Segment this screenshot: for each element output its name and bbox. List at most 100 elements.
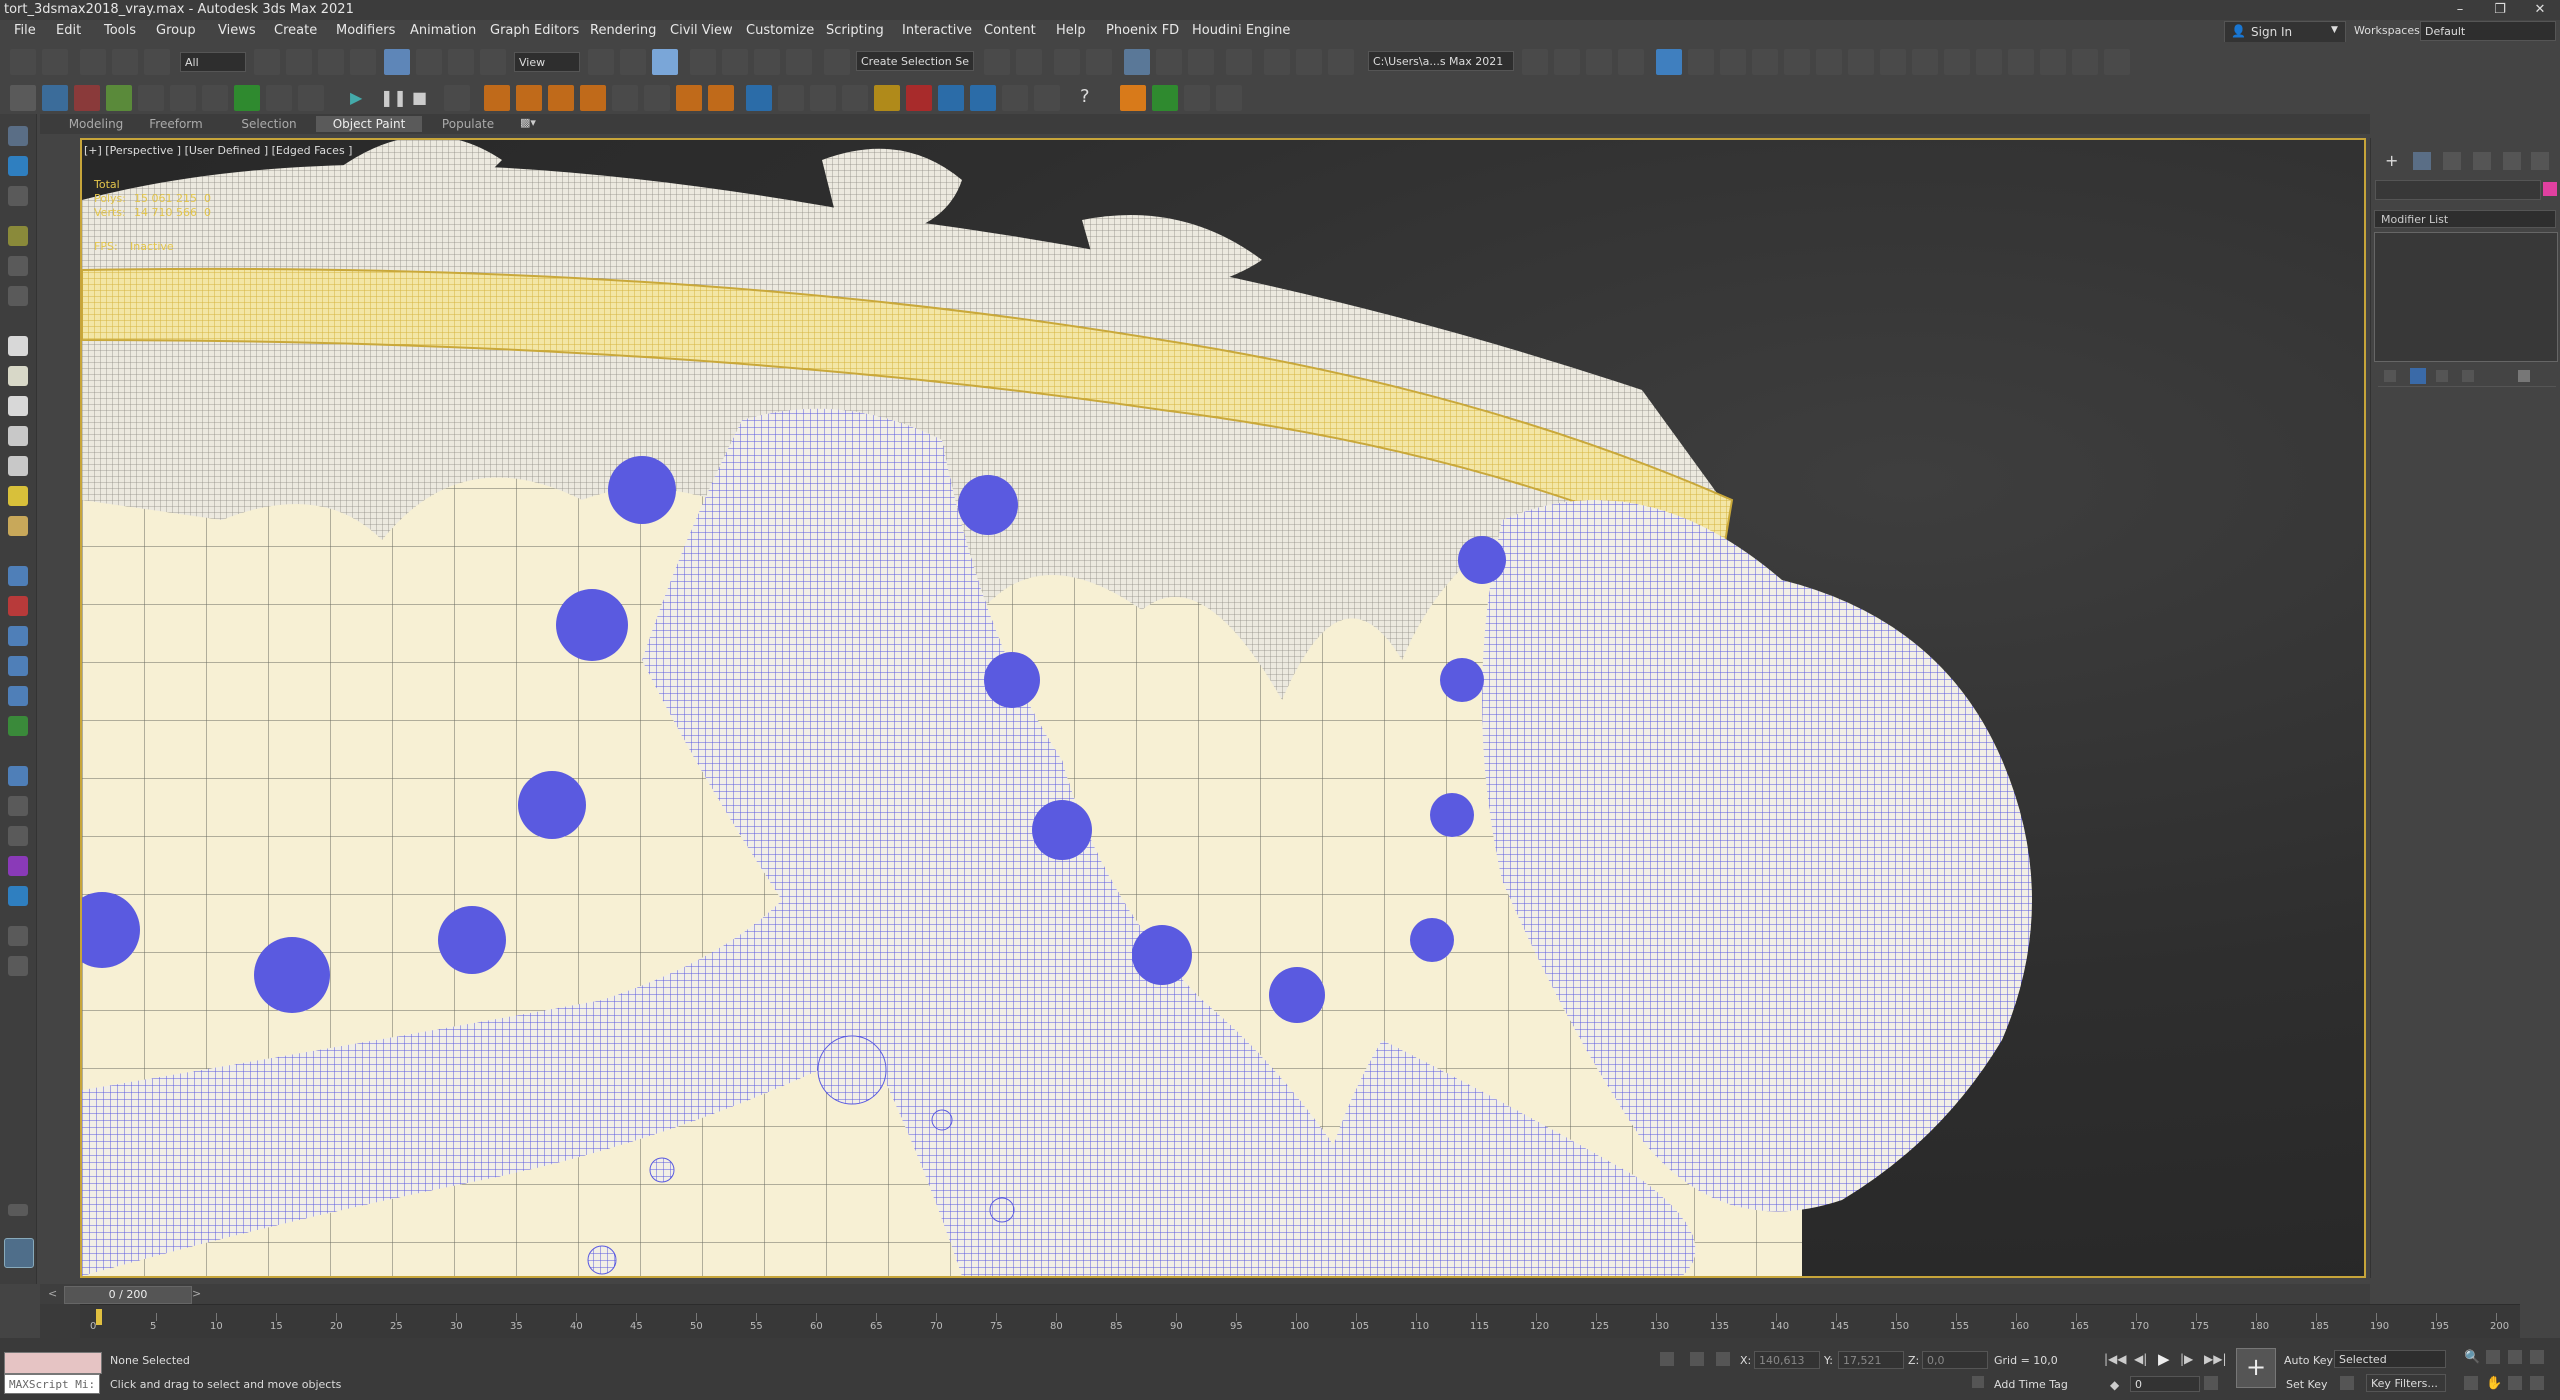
phoenix-fire-icon[interactable] [74, 85, 100, 111]
close-icon[interactable]: ✕ [2520, 0, 2560, 20]
fire-sim-2-icon[interactable] [516, 85, 542, 111]
project-folder-dropdown[interactable]: C:\Users\a...s Max 2021 [1368, 51, 1514, 71]
menu-scripting[interactable]: Scripting [826, 23, 884, 38]
edit-named-selection-icon[interactable] [824, 49, 850, 75]
tab-populate[interactable]: Populate [428, 116, 508, 132]
shape-icon[interactable] [8, 626, 28, 646]
fire-sim-icon[interactable] [484, 85, 510, 111]
pin-stack-icon[interactable] [2384, 370, 2396, 382]
rect-selection-icon[interactable] [318, 49, 344, 75]
ocean-icon[interactable] [842, 85, 868, 111]
menu-interactive[interactable]: Interactive [902, 23, 972, 38]
make-unique-icon[interactable] [2436, 370, 2448, 382]
menu-animation[interactable]: Animation [410, 23, 476, 38]
tab-modeling[interactable]: Modeling [58, 116, 134, 132]
dots-icon[interactable] [8, 826, 28, 846]
time-prev-icon[interactable]: < [48, 1287, 57, 1300]
vray-ies-icon[interactable] [1752, 49, 1778, 75]
particles-icon[interactable] [202, 85, 228, 111]
vray-icon-3[interactable] [1586, 49, 1612, 75]
vray-light-icon[interactable] [1656, 49, 1682, 75]
modifier-list-dropdown[interactable]: Modifier List [2374, 210, 2556, 228]
extras-icon[interactable] [8, 926, 28, 946]
minimize-icon[interactable]: – [2440, 0, 2480, 20]
vray-icon-2[interactable] [1554, 49, 1580, 75]
menu-create[interactable]: Create [274, 23, 317, 38]
rotate-icon[interactable] [416, 49, 442, 75]
object-color-swatch[interactable] [2543, 182, 2557, 196]
grid-helper-icon[interactable] [8, 566, 28, 586]
help-left-icon[interactable] [8, 956, 28, 976]
vray-ambient-icon[interactable] [2040, 49, 2066, 75]
rendered-frame-icon[interactable] [1296, 49, 1322, 75]
menu-civil-view[interactable]: Civil View [670, 23, 733, 38]
vray-proxy-icon[interactable] [1784, 49, 1810, 75]
prev-frame-icon[interactable]: ◀| [2134, 1352, 2147, 1366]
z-coord-field[interactable]: 0,0 [1922, 1351, 1988, 1369]
motion-tab-icon[interactable] [2473, 152, 2491, 170]
render-setup-icon[interactable] [1264, 49, 1290, 75]
helpers-icon[interactable] [8, 286, 28, 306]
key-filters-icon[interactable] [2340, 1376, 2354, 1390]
tyflow-icon[interactable] [106, 85, 132, 111]
teapot-primitive-icon[interactable] [8, 426, 28, 446]
menu-edit[interactable]: Edit [56, 23, 81, 38]
ocean-2-icon[interactable] [970, 85, 996, 111]
sun-light-icon[interactable] [8, 486, 28, 506]
sphere-blue-icon[interactable] [8, 766, 28, 786]
trash-icon[interactable] [444, 85, 470, 111]
maximize-viewport-icon[interactable] [2530, 1376, 2544, 1390]
pyramid-primitive-icon[interactable] [8, 456, 28, 476]
menu-tools[interactable]: Tools [104, 23, 136, 38]
mirror-icon[interactable] [984, 49, 1010, 75]
snaps-toggle-icon[interactable] [690, 49, 716, 75]
set-key-big-button[interactable]: + [2236, 1348, 2276, 1388]
vray-frame-buffer-icon[interactable] [1976, 49, 2002, 75]
box-icon[interactable] [42, 85, 68, 111]
help-icon[interactable]: ? [1080, 86, 1090, 107]
select-by-name-icon[interactable] [286, 49, 312, 75]
menu-rendering[interactable]: Rendering [590, 23, 656, 38]
menu-group[interactable]: Group [156, 23, 196, 38]
material-editor-icon[interactable] [1226, 49, 1252, 75]
goto-start-icon[interactable]: |◀◀ [2104, 1352, 2127, 1366]
ref-coord-dropdown[interactable]: View [514, 52, 580, 72]
menu-file[interactable]: File [14, 23, 36, 38]
move-icon[interactable] [384, 49, 410, 75]
vray-icon-1[interactable] [1522, 49, 1548, 75]
fire-emitter-icon[interactable] [676, 85, 702, 111]
modify-tab-icon[interactable] [2413, 152, 2431, 170]
pause-icon[interactable]: ❚❚ [380, 88, 407, 107]
utilities-icon[interactable] [8, 886, 28, 906]
redo-icon[interactable] [42, 49, 68, 75]
zoom-icon[interactable]: 🔍 [2464, 1350, 2480, 1365]
selection-set-dropdown[interactable]: Create Selection Se [856, 51, 974, 71]
pivot-center-icon[interactable] [588, 49, 614, 75]
fluid-icon[interactable] [612, 85, 638, 111]
menu-customize[interactable]: Customize [746, 23, 814, 38]
fire-sim-3-icon[interactable] [548, 85, 574, 111]
particles-icon-left[interactable] [8, 686, 28, 706]
viewport-layout-icon[interactable] [4, 1238, 34, 1268]
workspace-dropdown[interactable]: Default [2420, 21, 2556, 41]
zoom-extents-all-icon[interactable] [2530, 1350, 2544, 1364]
tools-icon[interactable] [1184, 85, 1210, 111]
sphere-primitive-icon[interactable] [8, 396, 28, 416]
scene-explorer-icon[interactable] [1054, 49, 1080, 75]
current-frame-marker[interactable] [96, 1309, 102, 1325]
vray-sun-icon[interactable] [2072, 49, 2098, 75]
teapot-icon[interactable] [10, 85, 36, 111]
boat-icon[interactable] [1002, 85, 1028, 111]
time-config-icon[interactable] [2204, 1376, 2218, 1390]
schematic-view-icon[interactable] [1188, 49, 1214, 75]
key-filters-button[interactable]: Key Filters... [2366, 1374, 2446, 1392]
source-icon[interactable] [874, 85, 900, 111]
next-frame-icon[interactable]: |▶ [2180, 1352, 2193, 1366]
create-tab-icon[interactable]: + [2385, 152, 2403, 170]
select-object-icon[interactable] [254, 49, 280, 75]
play-animation-icon[interactable]: ▶ [2158, 1350, 2170, 1368]
liquid-icon[interactable] [746, 85, 772, 111]
light-icon[interactable] [8, 226, 28, 246]
link-icon[interactable] [80, 49, 106, 75]
camera-icon[interactable] [8, 256, 28, 276]
